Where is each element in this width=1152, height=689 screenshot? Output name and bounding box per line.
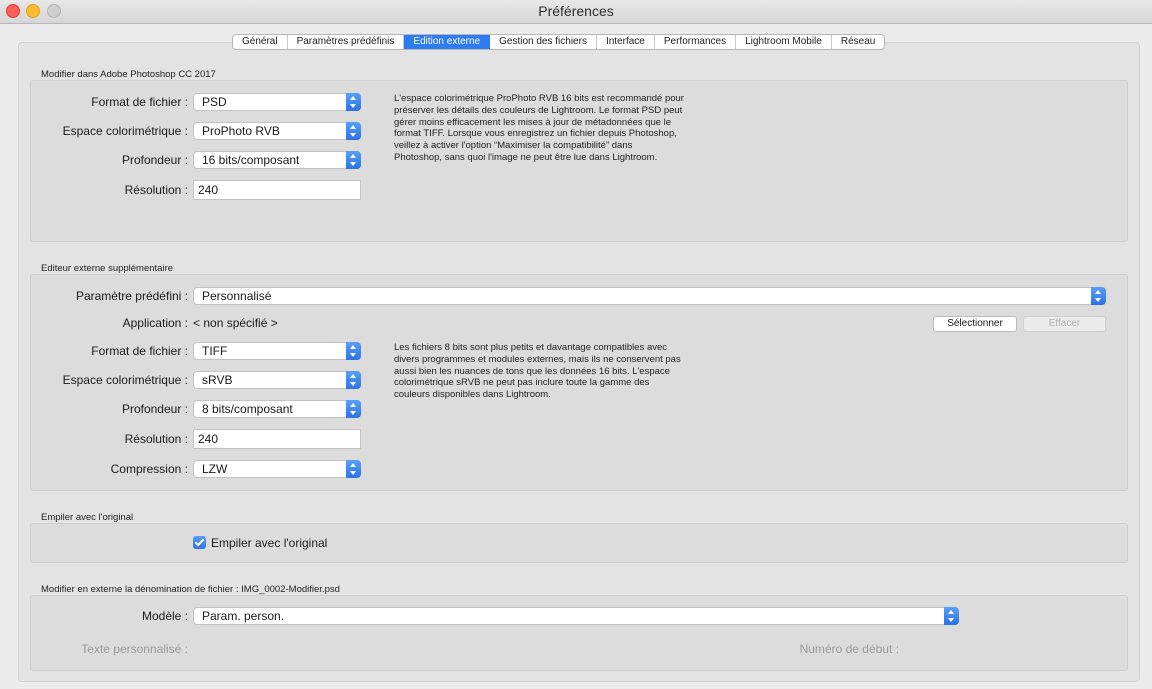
popup-arrows-icon bbox=[346, 342, 361, 360]
ext-compression-value: LZW bbox=[202, 462, 228, 476]
naming-template-label: Modèle : bbox=[141, 609, 188, 623]
external-section-title: Editeur externe supplémentaire bbox=[41, 263, 174, 274]
popup-arrows-icon bbox=[1091, 287, 1106, 305]
title-bar: Préférences bbox=[0, 0, 1152, 24]
ext-depth-label: Profondeur : bbox=[121, 402, 188, 416]
tab-file-handling[interactable]: Gestion des fichiers bbox=[490, 35, 597, 49]
ext-preset-value: Personnalisé bbox=[202, 289, 272, 303]
tab-external-editing[interactable]: Edition externe bbox=[404, 35, 491, 49]
ext-format-value: TIFF bbox=[202, 344, 228, 358]
select-application-button[interactable]: Sélectionner bbox=[933, 316, 1017, 332]
ext-application-value: < non spécifié > bbox=[193, 316, 278, 330]
ps-resolution-label: Résolution : bbox=[124, 183, 188, 197]
ps-format-select[interactable]: PSD bbox=[193, 93, 361, 111]
popup-arrows-icon bbox=[346, 371, 361, 389]
custom-text-label: Texte personnalisé : bbox=[81, 642, 188, 656]
ps-format-label: Format de fichier : bbox=[91, 95, 188, 109]
start-number-label: Numéro de début : bbox=[799, 642, 899, 656]
ext-resolution-input[interactable]: 240 bbox=[193, 429, 361, 449]
ps-depth-label: Profondeur : bbox=[121, 153, 188, 167]
ext-preset-select[interactable]: Personnalisé bbox=[193, 287, 1106, 305]
naming-template-value: Param. person. bbox=[202, 609, 285, 623]
preferences-tab-bar: Général Paramètres prédéfinis Edition ex… bbox=[232, 34, 886, 50]
popup-arrows-icon bbox=[346, 151, 361, 169]
tab-presets[interactable]: Paramètres prédéfinis bbox=[288, 35, 405, 49]
note-line: divers programmes et modules externes, m… bbox=[394, 353, 681, 365]
tab-general[interactable]: Général bbox=[233, 35, 288, 49]
note-line: veillez à activer l'option “Maximiser la… bbox=[394, 140, 633, 152]
photoshop-section-title: Modifier dans Adobe Photoshop CC 2017 bbox=[41, 69, 216, 80]
ext-resolution-label: Résolution : bbox=[124, 432, 188, 446]
ext-preset-label: Paramètre prédéfini : bbox=[75, 289, 188, 303]
ps-depth-select[interactable]: 16 bits/composant bbox=[193, 151, 361, 169]
note-line: préserver les détails des couleurs de Li… bbox=[394, 104, 683, 116]
ps-format-value: PSD bbox=[202, 95, 227, 109]
note-line: couleurs disponibles dans Lightroom. bbox=[394, 389, 551, 401]
tab-lightroom-mobile[interactable]: Lightroom Mobile bbox=[736, 35, 832, 49]
popup-arrows-icon bbox=[944, 607, 959, 625]
ext-application-label: Application : bbox=[122, 316, 188, 330]
ext-colorspace-value: sRVB bbox=[202, 373, 233, 387]
window-title: Préférences bbox=[538, 3, 614, 19]
ps-colorspace-value: ProPhoto RVB bbox=[202, 124, 280, 138]
tab-network[interactable]: Réseau bbox=[832, 35, 884, 49]
note-line: format TIFF. Lorsque vous enregistrez un… bbox=[394, 128, 677, 140]
popup-arrows-icon bbox=[346, 93, 361, 111]
ext-format-select[interactable]: TIFF bbox=[193, 342, 361, 360]
note-line: Photoshop, sans quoi l'image ne peut êtr… bbox=[394, 151, 658, 163]
tab-interface[interactable]: Interface bbox=[597, 35, 655, 49]
ps-resolution-input[interactable]: 240 bbox=[193, 180, 361, 200]
ps-info-text: L'espace colorimétrique ProPhoto RVB 16 … bbox=[394, 93, 734, 164]
popup-arrows-icon bbox=[346, 460, 361, 478]
tab-performance[interactable]: Performances bbox=[655, 35, 737, 49]
stack-with-original-label[interactable]: Empiler avec l'original bbox=[211, 536, 327, 550]
note-line: L'espace colorimétrique ProPhoto RVB 16 … bbox=[394, 93, 684, 104]
note-line: colorimétrique sRVB ne peut pas inclure … bbox=[394, 377, 650, 389]
note-line: aussi bien les nuances de tons que les d… bbox=[394, 365, 670, 377]
naming-section-title: Modifier en externe la dénomination de f… bbox=[41, 584, 340, 595]
naming-template-select[interactable]: Param. person. bbox=[193, 607, 959, 625]
stack-with-original-checkbox[interactable] bbox=[193, 536, 206, 549]
ps-depth-value: 16 bits/composant bbox=[202, 153, 300, 167]
note-line: gérer moins efficacement les mises à jou… bbox=[394, 116, 672, 128]
stack-section-title: Empiler avec l'original bbox=[41, 512, 134, 523]
ps-colorspace-label: Espace colorimétrique : bbox=[62, 124, 188, 138]
ps-colorspace-select[interactable]: ProPhoto RVB bbox=[193, 122, 361, 140]
ext-compression-select[interactable]: LZW bbox=[193, 460, 361, 478]
clear-application-button[interactable]: Effacer bbox=[1023, 316, 1106, 332]
ext-colorspace-select[interactable]: sRVB bbox=[193, 371, 361, 389]
popup-arrows-icon bbox=[346, 122, 361, 140]
ext-format-label: Format de fichier : bbox=[91, 344, 188, 358]
popup-arrows-icon bbox=[346, 400, 361, 418]
ext-colorspace-label: Espace colorimétrique : bbox=[62, 373, 188, 387]
ext-depth-select[interactable]: 8 bits/composant bbox=[193, 400, 361, 418]
note-line: Les fichiers 8 bits sont plus petits et … bbox=[394, 342, 668, 353]
ext-depth-value: 8 bits/composant bbox=[202, 402, 293, 416]
ext-compression-label: Compression : bbox=[110, 462, 188, 476]
ext-info-text: Les fichiers 8 bits sont plus petits et … bbox=[394, 342, 734, 401]
